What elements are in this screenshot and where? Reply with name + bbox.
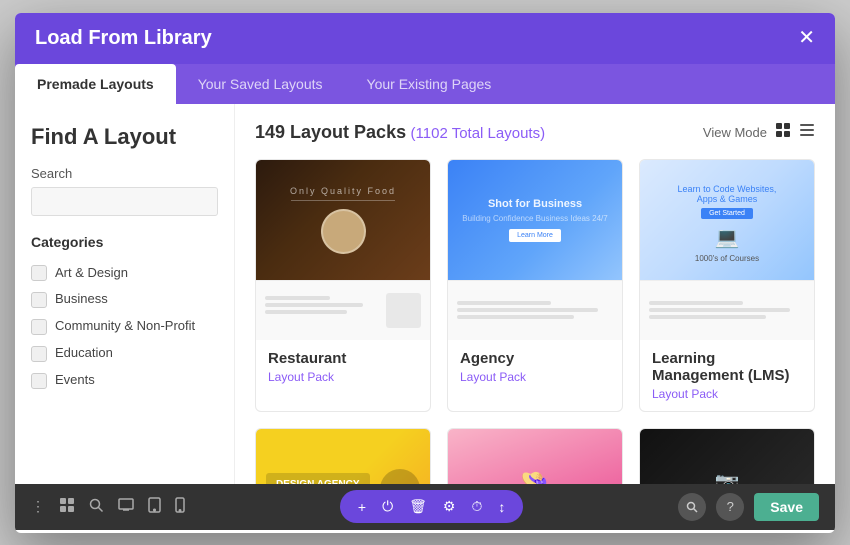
card-info-lms: Learning Management (LMS) Layout Pack: [640, 340, 814, 411]
card-image-agency: Shot for Business Building Confidence Bu…: [448, 160, 622, 280]
modal: Load From Library ✕ Premade Layouts Your…: [15, 13, 835, 533]
search-toolbar-icon[interactable]: [89, 498, 104, 516]
card-name-lms: Learning Management (LMS): [652, 350, 802, 384]
layout-card-agency[interactable]: Shot for Business Building Confidence Bu…: [447, 159, 623, 412]
category-label-community: Community & Non-Profit: [55, 318, 195, 335]
card-name-restaurant: Restaurant: [268, 350, 418, 367]
card-image-restaurant: Only Quality Food: [256, 160, 430, 280]
save-button[interactable]: Save: [754, 493, 819, 521]
total-layouts: (1102 Total Layouts): [411, 125, 546, 142]
card-mini-lms: [640, 280, 814, 340]
bottom-toolbar: ⋮ + ⏻ 🗑 ⚙ ⏱ ↕: [15, 484, 835, 530]
modal-header: Load From Library ✕: [15, 13, 835, 64]
tab-existing[interactable]: Your Existing Pages: [345, 64, 514, 104]
grid-view-icon[interactable]: [775, 122, 791, 143]
hamburger-icon[interactable]: ⋮: [31, 498, 45, 515]
card-image-lms: Learn to Code Websites,Apps & Games Get …: [640, 160, 814, 280]
category-events[interactable]: Events: [31, 367, 218, 394]
card-image-fashion: 👒 HIGH FASHION: [448, 429, 622, 484]
category-education[interactable]: Education: [31, 340, 218, 367]
modal-body: Find A Layout Search Categories Art & De…: [15, 104, 835, 484]
category-label-events: Events: [55, 372, 95, 389]
find-layout-heading: Find A Layout: [31, 124, 218, 150]
card-type-lms: Layout Pack: [652, 387, 802, 401]
help-circle-button[interactable]: ?: [716, 493, 744, 521]
content-header: 149 Layout Packs (1102 Total Layouts) Vi…: [255, 122, 815, 143]
trash-icon[interactable]: 🗑: [409, 498, 427, 515]
tablet-icon[interactable]: [148, 497, 161, 516]
category-art[interactable]: Art & Design: [31, 260, 218, 287]
card-mini-agency: [448, 280, 622, 340]
category-business[interactable]: Business: [31, 286, 218, 313]
layout-card-dark[interactable]: 📷 PHOTOGRAPHY Photography Layout Pack: [639, 428, 815, 484]
category-label-art: Art & Design: [55, 265, 128, 282]
card-info-agency: Agency Layout Pack: [448, 340, 622, 394]
toolbar-center: + ⏻ 🗑 ⚙ ⏱ ↕: [340, 490, 524, 523]
category-checkbox-community: [31, 319, 47, 335]
card-image-design: DESIGN AGENCY Creative Solutions: [256, 429, 430, 484]
main-content: 149 Layout Packs (1102 Total Layouts) Vi…: [235, 104, 835, 484]
desktop-icon[interactable]: [118, 497, 134, 516]
card-mini-restaurant: [256, 280, 430, 340]
tab-premade[interactable]: Premade Layouts: [15, 64, 176, 104]
category-checkbox-business: [31, 292, 47, 308]
card-type-agency: Layout Pack: [460, 370, 610, 384]
tabs-bar: Premade Layouts Your Saved Layouts Your …: [15, 64, 835, 104]
category-checkbox-events: [31, 373, 47, 389]
sidebar: Find A Layout Search Categories Art & De…: [15, 104, 235, 484]
toolbar-right: ? Save: [678, 493, 819, 521]
categories-heading: Categories: [31, 234, 218, 250]
modal-title: Load From Library: [35, 27, 212, 50]
category-label-business: Business: [55, 291, 108, 308]
card-name-agency: Agency: [460, 350, 610, 367]
view-mode-label: View Mode: [703, 125, 767, 140]
gear-icon[interactable]: ⚙: [443, 498, 456, 515]
search-input[interactable]: [31, 187, 218, 216]
layout-packs-count: 149 Layout Packs: [255, 122, 406, 142]
card-info-restaurant: Restaurant Layout Pack: [256, 340, 430, 394]
layout-card-restaurant[interactable]: Only Quality Food: [255, 159, 431, 412]
tab-saved[interactable]: Your Saved Layouts: [176, 64, 345, 104]
layout-card-lms[interactable]: Learn to Code Websites,Apps & Games Get …: [639, 159, 815, 412]
layout-arrange-icon[interactable]: ↕: [498, 499, 505, 515]
mobile-icon[interactable]: [175, 497, 185, 516]
list-view-icon[interactable]: [799, 122, 815, 143]
history-icon[interactable]: ⏱: [471, 498, 482, 515]
layout-grid: Only Quality Food: [255, 159, 815, 484]
category-label-education: Education: [55, 345, 113, 362]
card-image-dark: 📷 PHOTOGRAPHY: [640, 429, 814, 484]
view-mode-controls: View Mode: [703, 122, 815, 143]
modules-icon[interactable]: [59, 497, 75, 516]
layout-card-design[interactable]: DESIGN AGENCY Creative Solutions Design …: [255, 428, 431, 484]
close-button[interactable]: ✕: [798, 28, 815, 48]
category-checkbox-art: [31, 265, 47, 281]
category-community[interactable]: Community & Non-Profit: [31, 313, 218, 340]
search-circle-button[interactable]: [678, 493, 706, 521]
search-label: Search: [31, 166, 218, 181]
layout-count: 149 Layout Packs (1102 Total Layouts): [255, 122, 545, 143]
power-icon[interactable]: ⏻: [382, 498, 393, 515]
card-type-restaurant: Layout Pack: [268, 370, 418, 384]
add-icon[interactable]: +: [358, 499, 366, 515]
layout-card-fashion[interactable]: 👒 HIGH FASHION High Fashion Layout Pack: [447, 428, 623, 484]
category-checkbox-education: [31, 346, 47, 362]
toolbar-left: ⋮: [31, 497, 185, 516]
